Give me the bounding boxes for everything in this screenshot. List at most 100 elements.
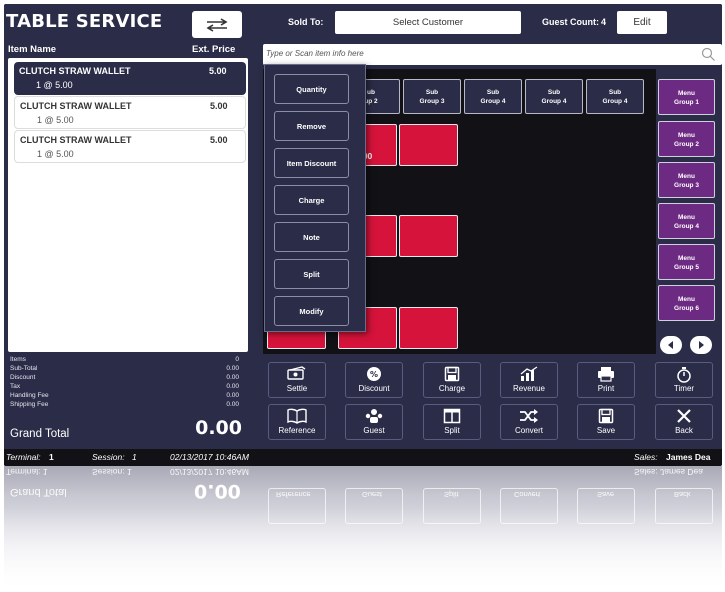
function-label: Timer [673,384,695,393]
item-qty: 1 @ 5.00 [37,149,74,159]
menu-group-label: Group 5 [674,264,699,271]
item-name: CLUTCH STRAW WALLET [19,66,131,76]
item-search-input[interactable]: Type or Scan item info here [263,44,722,65]
grand-total-value: 0.00 [195,417,242,439]
item-name: CLUTCH STRAW WALLET [20,135,132,145]
swap-arrows-icon [206,17,228,32]
edit-guest-button[interactable]: Edit [617,11,667,34]
quantity-button[interactable]: Quantity [274,74,349,104]
guest-count-value: 4 [601,17,607,27]
totals-label: Handling Fee [10,392,49,399]
menu-group-label: Menu [678,214,695,221]
subgroup-button[interactable]: Sub Group 4 [464,79,522,114]
reflection-grand-value: 0.00 [194,480,241,502]
terminal-label-text: Terminal: [6,452,41,462]
revenue-button[interactable]: Revenue [500,362,558,398]
totals-value: 0.00 [226,392,239,399]
order-line-item-selected[interactable]: CLUTCH STRAW WALLET 1 @ 5.00 5.00 [14,62,246,95]
print-button[interactable]: Print [577,362,635,398]
menu-group-button[interactable]: Menu Group 2 [658,121,715,157]
menu-group-button[interactable]: Menu Group 4 [658,203,715,239]
totals-value: 0 [235,356,239,363]
menu-group-label: Group 3 [674,182,699,189]
totals-label: Items [10,356,26,363]
reflection-label: Save [597,490,615,499]
note-button[interactable]: Note [274,222,349,252]
subgroup-button[interactable]: Sub Group 3 [403,79,461,114]
revenue-icon [520,366,538,381]
product-tile[interactable] [399,215,458,257]
discount-button[interactable]: % Discount [345,362,403,398]
charge-button[interactable]: Charge [423,362,481,398]
item-actions-popup: Quantity Remove Item Discount Charge Not… [264,64,366,332]
totals-row-handling: Handling Fee 0.00 [10,392,239,401]
remove-button[interactable]: Remove [274,111,349,141]
item-split-button[interactable]: Split [274,259,349,289]
reflection-grand-label: Grand Total [10,486,67,498]
select-customer-button[interactable]: Select Customer [335,11,521,34]
item-qty: 1 @ 5.00 [37,115,74,125]
order-line-item[interactable]: CLUTCH STRAW WALLET 1 @ 5.00 5.00 [14,130,246,163]
subgroup-button[interactable]: Sub Group 4 [586,79,644,114]
function-label: Discount [358,384,390,393]
column-header-price: Ext. Price [192,44,236,55]
subgroup-label: Sub [547,89,561,96]
reflection-label: Reference [276,490,311,499]
totals-row-shipping: Shipping Fee 0.00 [10,401,239,410]
reflection-fade [4,506,722,592]
search-icon[interactable] [701,47,716,62]
swap-mode-button[interactable] [192,11,242,38]
item-discount-button[interactable]: Item Discount [274,148,349,178]
split-button[interactable]: Split [423,404,481,440]
save-button[interactable]: Save [577,404,635,440]
guest-button[interactable]: Guest [345,404,403,440]
totals-row-items: Items 0 [10,356,239,365]
svg-text:%: % [370,370,378,379]
totals-value: 0.00 [226,383,239,390]
function-label: Reference [278,426,316,435]
item-price: 5.00 [210,101,228,111]
product-tile[interactable] [399,307,458,349]
menu-group-button[interactable]: Menu Group 1 [658,79,715,115]
totals-row-discount: Discount 0.00 [10,374,239,383]
pos-screen: TABLE SERVICE Item Name Ext. Price CLUTC… [0,0,725,592]
subgroup-label: ub [367,89,375,96]
reflection: Terminal: 1 Session: 1 02/13/2017 10:46A… [4,466,722,592]
menu-group-label: Menu [678,90,695,97]
function-label: Save [596,426,616,435]
subgroup-label: Group 3 [419,98,445,105]
subgroup-label: Group 4 [602,98,628,105]
back-button[interactable]: Back [655,404,713,440]
item-charge-button[interactable]: Charge [274,185,349,215]
subgroup-label: Group 4 [480,98,506,105]
reflection-sales: Sales: James Dea [634,467,703,477]
terminal-value: 1 [49,452,54,462]
subgroup-button[interactable]: Sub Group 4 [525,79,583,114]
menu-group-button[interactable]: Menu Group 3 [658,162,715,198]
settle-button[interactable]: Settle [268,362,326,398]
page-prev-button[interactable] [660,336,682,354]
modify-button[interactable]: Modify [274,296,349,326]
menu-group-button[interactable]: Menu Group 6 [658,285,715,321]
menu-group-button[interactable]: Menu Group 5 [658,244,715,280]
reference-icon [287,408,307,424]
session-value-text: 1 [132,452,137,462]
page-title: TABLE SERVICE [6,11,163,32]
menu-group-label: Group 2 [674,141,699,148]
convert-button[interactable]: Convert [500,404,558,440]
reference-button[interactable]: Reference [268,404,326,440]
product-tile[interactable] [399,124,458,166]
session-label-text: Session: [92,452,125,462]
timer-button[interactable]: Timer [655,362,713,398]
totals-row-tax: Tax 0.00 [10,383,239,392]
totals-label: Sub-Total [10,365,38,372]
reflection-label: Back [674,490,691,499]
settle-icon [287,366,306,380]
page-next-button[interactable] [690,336,712,354]
order-line-item[interactable]: CLUTCH STRAW WALLET 1 @ 5.00 5.00 [14,96,246,129]
guest-count-label: Guest Count: [542,17,599,27]
menu-group-label: Menu [678,132,695,139]
function-label: Back [675,426,693,435]
function-label: Revenue [512,384,546,393]
order-panel: TABLE SERVICE Item Name Ext. Price CLUTC… [4,4,250,466]
